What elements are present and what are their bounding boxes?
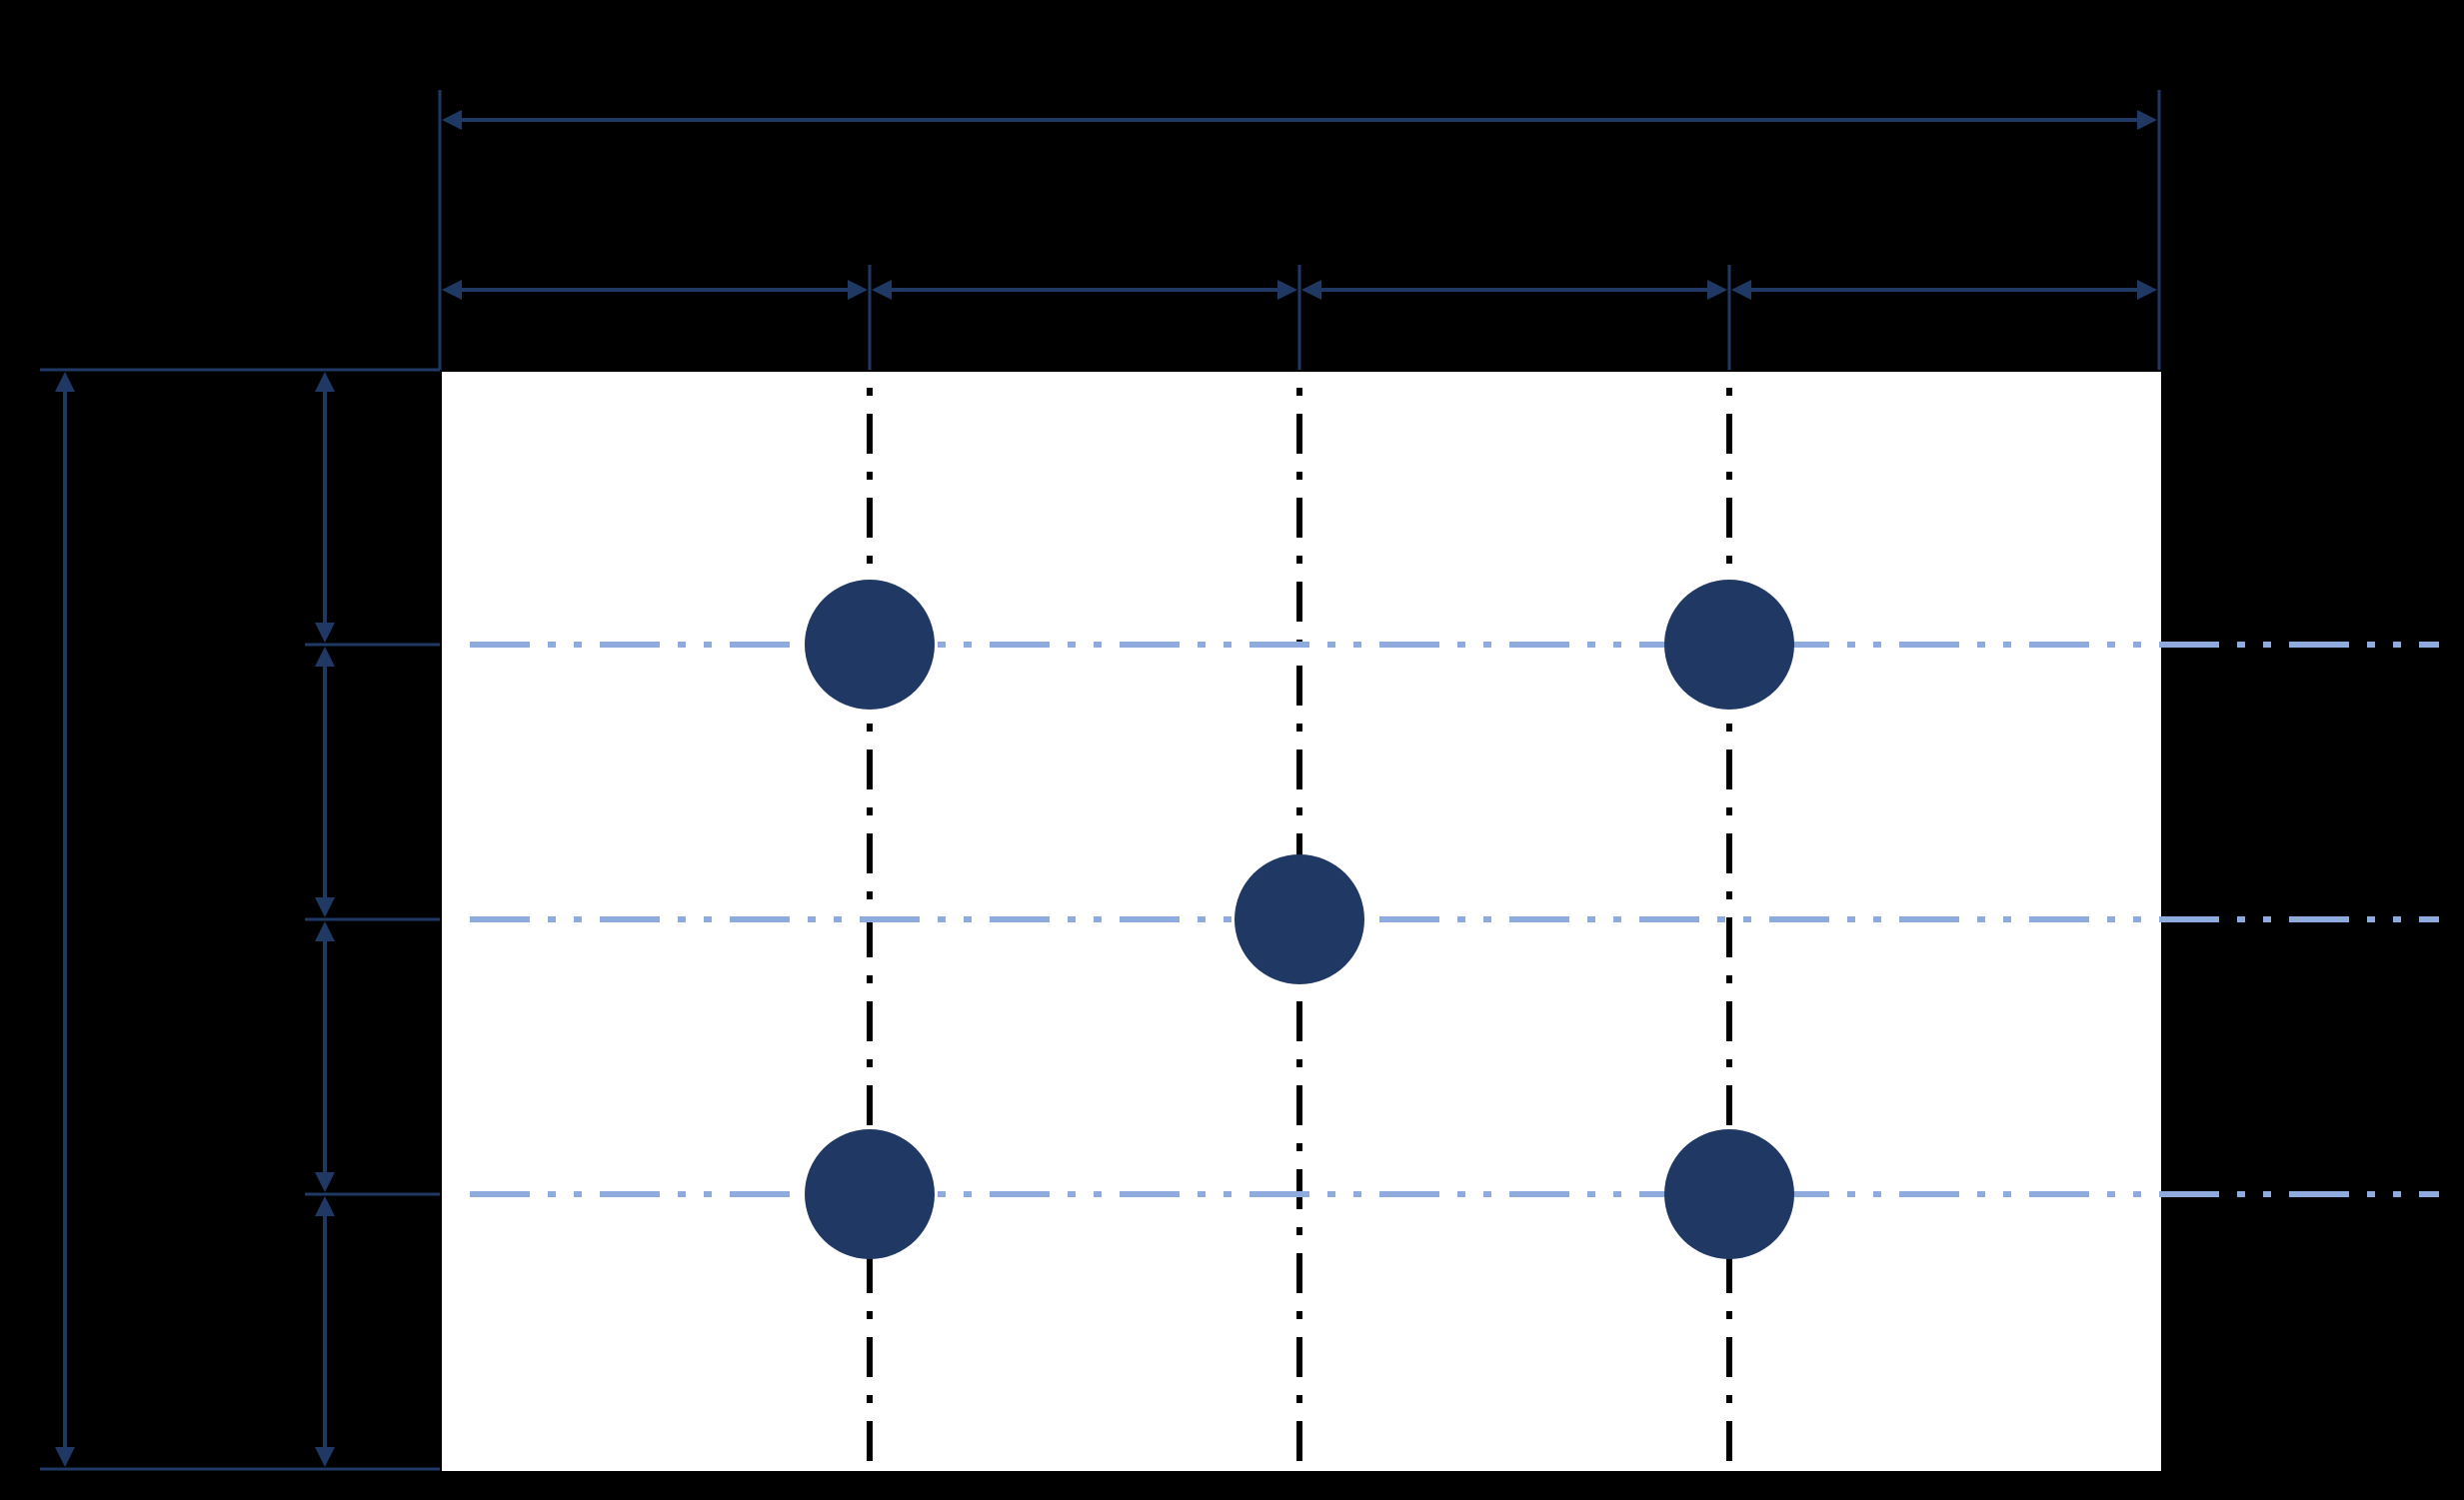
dimension-overlay — [0, 0, 2464, 1500]
row-centerline-label: E — [2329, 824, 2372, 898]
row-centerline-label: E — [2329, 550, 2372, 624]
row-centerline-label: E — [2329, 1099, 2372, 1173]
